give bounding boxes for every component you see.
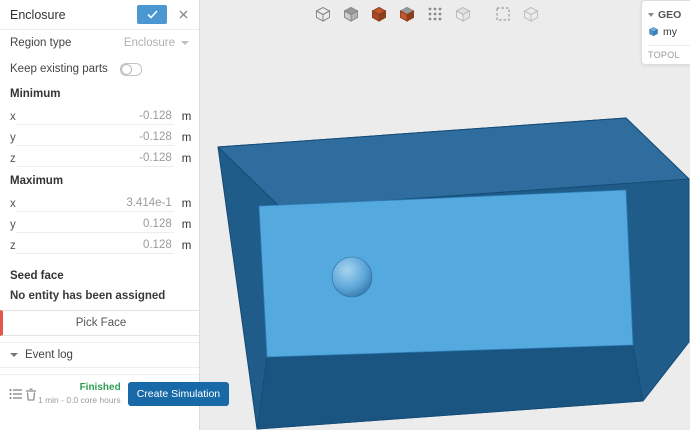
run-status: Finished 1 min - 0.0 core hours <box>38 381 121 407</box>
status-badge: Finished <box>79 382 121 393</box>
application-window: Enclosure Region type Enclosure Keep exi… <box>0 0 690 430</box>
seed-face-section-header: Seed face <box>10 270 64 282</box>
min-y-row: y m <box>0 127 199 148</box>
divider <box>648 45 690 46</box>
trash-icon <box>26 388 36 401</box>
keep-existing-toggle[interactable] <box>119 62 142 76</box>
min-x-input[interactable] <box>15 108 174 125</box>
box-faint-icon[interactable] <box>452 3 474 25</box>
keep-existing-label: Keep existing parts <box>10 63 108 75</box>
region-type-value: Enclosure <box>123 37 175 49</box>
box-outline-icon[interactable] <box>312 3 334 25</box>
page-title: Enclosure <box>10 7 66 22</box>
box-active-icon[interactable] <box>368 3 390 25</box>
tree-node-geometry[interactable]: GEO <box>648 6 690 23</box>
cube-icon <box>648 27 659 37</box>
minimum-section-header: Minimum <box>10 88 61 100</box>
tree-section-label: TOPOL <box>648 50 680 60</box>
confirm-button[interactable] <box>137 5 167 24</box>
seed-sphere[interactable] <box>331 256 373 298</box>
close-button[interactable] <box>175 7 191 23</box>
max-z-unit: m <box>181 239 192 252</box>
maximum-section-header: Maximum <box>10 175 64 187</box>
list-icon <box>9 389 22 400</box>
max-x-row: x m <box>0 193 199 214</box>
delete-button[interactable] <box>24 383 38 405</box>
max-z-input[interactable] <box>15 237 174 254</box>
lattice-icon[interactable] <box>424 3 446 25</box>
max-z-row: z m <box>0 235 199 256</box>
min-y-unit: m <box>181 131 192 144</box>
min-z-unit: m <box>181 152 192 165</box>
enclosure-box-floor[interactable] <box>256 344 644 430</box>
tree-item-label: my <box>663 25 677 38</box>
enclosure-box-front-panel[interactable] <box>258 189 634 358</box>
chevron-down-icon <box>181 41 189 45</box>
keep-existing-row: Keep existing parts <box>0 56 199 82</box>
geometry-tree-panel: GEO my TOPOL <box>641 0 690 65</box>
toggle-knob <box>120 63 132 75</box>
max-y-row: y m <box>0 214 199 235</box>
box-shaded-icon[interactable] <box>340 3 362 25</box>
tree-header-label: GEO <box>658 8 682 21</box>
min-z-row: z m <box>0 148 199 169</box>
region-type-select[interactable]: Enclosure <box>124 37 189 49</box>
event-list-button[interactable] <box>8 383 24 405</box>
min-z-input[interactable] <box>15 150 174 167</box>
close-icon <box>179 10 187 19</box>
status-meta: 1 min - 0.0 core hours <box>38 395 121 406</box>
panel-header: Enclosure <box>0 0 199 30</box>
tree-item-geometry[interactable]: my <box>648 23 690 40</box>
box-mixed-icon[interactable] <box>396 3 418 25</box>
viewport-toolbar <box>200 3 654 25</box>
seed-face-empty-text: No entity has been assigned <box>10 290 166 302</box>
region-type-label: Region type <box>10 37 72 49</box>
chevron-down-icon <box>648 12 654 17</box>
enclosure-settings-panel: Enclosure Region type Enclosure Keep exi… <box>0 0 230 430</box>
panel-footer: Finished 1 min - 0.0 core hours Create S… <box>0 374 230 407</box>
box-ghost-icon[interactable] <box>520 3 542 25</box>
min-x-unit: m <box>181 110 192 123</box>
max-y-unit: m <box>181 218 192 231</box>
min-x-row: x m <box>0 106 199 127</box>
check-icon <box>146 10 158 19</box>
max-x-unit: m <box>181 197 192 210</box>
chevron-down-icon <box>10 353 18 357</box>
event-log-header[interactable]: Event log <box>0 342 199 368</box>
min-y-input[interactable] <box>15 129 174 146</box>
box-select-icon[interactable] <box>492 3 514 25</box>
create-simulation-button[interactable]: Create Simulation <box>127 382 230 407</box>
max-y-input[interactable] <box>15 216 174 233</box>
pick-face-button[interactable]: Pick Face <box>0 310 199 336</box>
region-type-row: Region type Enclosure <box>0 30 199 56</box>
event-log-label: Event log <box>25 349 73 361</box>
max-x-input[interactable] <box>15 195 174 212</box>
